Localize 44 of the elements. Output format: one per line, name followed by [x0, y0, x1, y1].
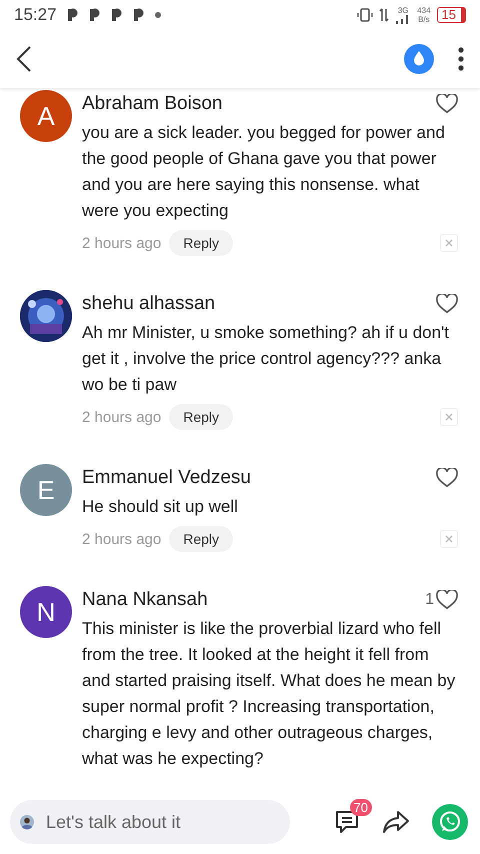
share-button[interactable]: [382, 810, 410, 834]
network-speed: 434: [417, 6, 431, 15]
vibrate-icon: [357, 8, 374, 22]
comment-text: This minister is like the proverbial lizard who fell from the tree. It looked at the height it fell from and started praising itself. What does he mean by super normal profit ? Increasing transportation, charging e levy and other outrageous charges, what was he expecting?: [82, 618, 456, 770]
avatar[interactable]: N: [20, 586, 72, 638]
author-name[interactable]: Nana Nkansah: [82, 589, 426, 611]
heart-icon[interactable]: [436, 468, 458, 488]
avatar[interactable]: A: [20, 90, 72, 142]
comment-text: He should sit up well: [82, 496, 239, 518]
reply-button[interactable]: Reply: [169, 404, 234, 430]
comment-text: Ah mr Minister, u smoke something? ah if u don't get it , involve the price control agency??? anka wo be ti paw: [82, 322, 450, 396]
author-name[interactable]: Abraham Boison: [82, 93, 436, 115]
comment-time: 2 hours ago: [82, 530, 162, 548]
back-button[interactable]: [16, 46, 32, 72]
heart-icon[interactable]: [436, 94, 458, 114]
comment-text: you are a sick leader. you begged for power and the good people of Ghana gave you that power and you are here saying this nonsense. what were you expecting: [82, 122, 446, 222]
notification-icon: [88, 8, 101, 22]
close-icon: [445, 535, 453, 543]
dot-icon: [154, 12, 161, 18]
heart-icon[interactable]: [436, 294, 458, 314]
notification-icon: [110, 8, 123, 22]
like-count: 1: [425, 591, 434, 609]
comment-count: 70: [350, 799, 372, 816]
battery-indicator: 15: [436, 7, 466, 23]
comment-time: 2 hours ago: [82, 234, 162, 252]
drop-button[interactable]: [404, 44, 434, 74]
comment-field[interactable]: Let's talk about it: [44, 810, 280, 834]
clock: 15:27: [14, 5, 57, 25]
whatsapp-button[interactable]: [432, 804, 468, 840]
notification-icon: [66, 8, 79, 22]
network-type: 3G: [398, 6, 408, 15]
heart-icon[interactable]: [436, 590, 458, 610]
reply-button[interactable]: Reply: [169, 230, 234, 256]
reply-button[interactable]: Reply: [169, 526, 234, 552]
comment-bar[interactable]: Let's talk about it: [10, 800, 290, 844]
speed-unit: B/s: [418, 15, 430, 24]
author-name[interactable]: shehu alhassan: [82, 293, 436, 315]
more-button[interactable]: [458, 47, 464, 71]
notification-icon: [132, 8, 145, 22]
comment-time: 2 hours ago: [82, 408, 162, 426]
close-icon: [445, 239, 453, 247]
author-name[interactable]: Emmanuel Vedzesu: [82, 467, 436, 489]
close-icon: [445, 413, 453, 421]
data-transfer-icon: [379, 8, 390, 22]
